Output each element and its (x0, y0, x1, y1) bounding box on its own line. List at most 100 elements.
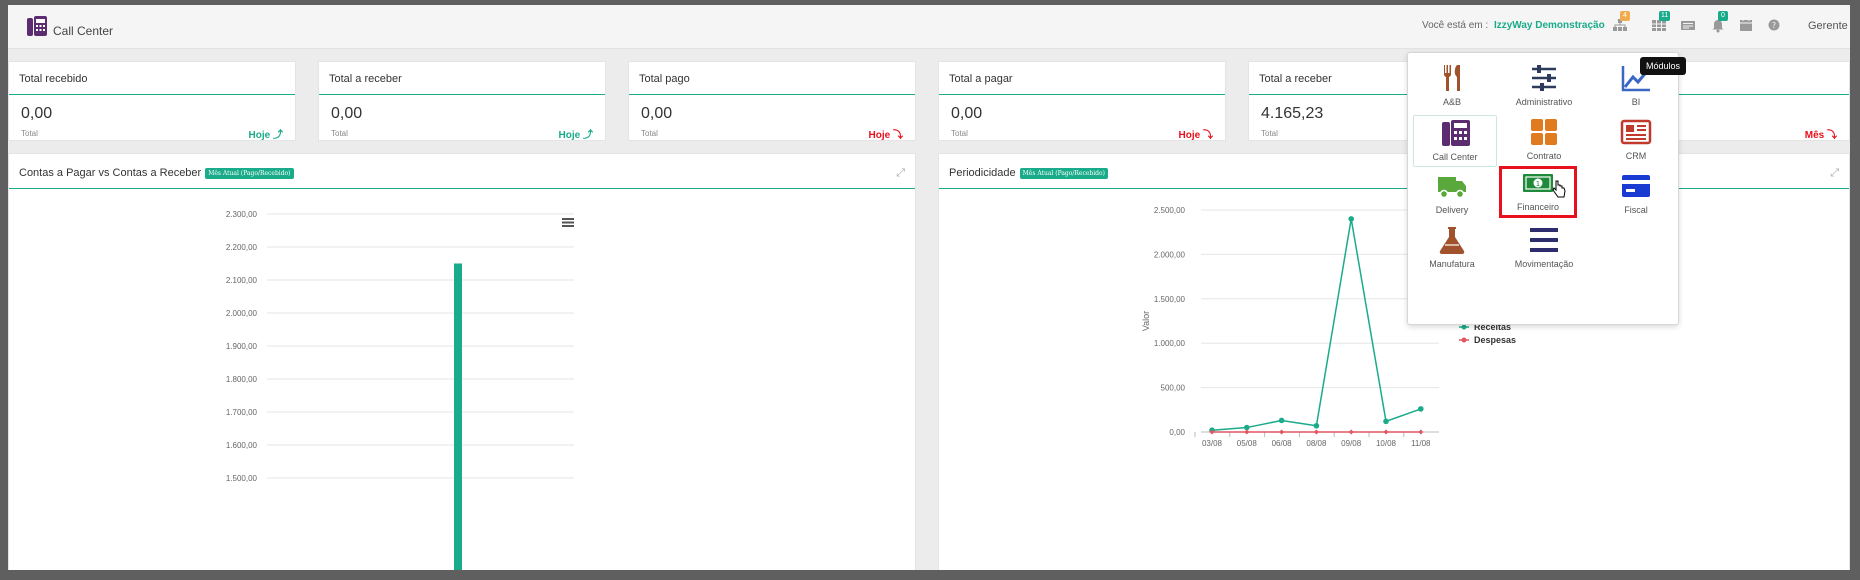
x-tick-label: 11/08 (1411, 439, 1431, 448)
data-point (1418, 429, 1424, 435)
bar (454, 263, 462, 570)
app-title: Call Center (53, 24, 114, 38)
fork-knife-icon (1443, 65, 1460, 91)
svg-text:?: ? (1772, 21, 1776, 30)
breadcrumb: Você está em : IzzyWay Demonstração (1422, 20, 1605, 31)
card-title: Total recebido (19, 73, 88, 85)
company-link[interactable]: IzzyWay Demonstração (1494, 20, 1605, 31)
y-tick-label: 2.200,00 (226, 243, 258, 252)
card-subtitle: Total (21, 129, 38, 138)
truck-icon (1438, 177, 1466, 199)
module-crm[interactable]: CRM (1594, 115, 1678, 167)
modules-icon[interactable]: 11 (1651, 11, 1671, 33)
legend-marker (1461, 337, 1467, 343)
svg-text:1: 1 (1536, 180, 1540, 188)
help-icon[interactable]: ? (1766, 17, 1782, 33)
divider (9, 94, 295, 95)
y-tick-label: 2.100,00 (226, 276, 258, 285)
badge-count: 11 (1659, 11, 1671, 21)
period-link[interactable]: Hoje ⤴ (249, 126, 283, 141)
y-tick-label: 1.900,00 (226, 342, 258, 351)
data-point (1313, 422, 1320, 429)
module-administrativo[interactable]: Administrativo (1502, 61, 1586, 113)
panel-title-text: Periodicidade (949, 167, 1016, 179)
y-tick-label: 1.800,00 (226, 375, 258, 384)
y-tick-label: 2.500,00 (1154, 206, 1186, 215)
data-point (1278, 417, 1285, 424)
chart-panel-periodicity: Periodicidade Mês Atual (Pago/Recebido) ⤢… (938, 153, 1850, 570)
y-tick-label: 1.500,00 (1154, 295, 1186, 304)
module-fiscal[interactable]: Fiscal (1594, 169, 1678, 221)
data-point (1418, 406, 1424, 412)
credit-card-icon (1622, 175, 1650, 197)
module-manufatura[interactable]: Manufatura (1410, 223, 1494, 275)
card-title: Total a pagar (949, 73, 1013, 85)
y-tick-label: 2.000,00 (226, 309, 258, 318)
card-subtitle: Total (1261, 129, 1278, 138)
card-value: 0,00 (641, 105, 673, 122)
phone-icon (27, 16, 47, 36)
phone-icon (1442, 120, 1470, 146)
module-label: Administrativo (1515, 97, 1573, 107)
module-contrato[interactable]: Contrato (1502, 115, 1586, 167)
module-ab[interactable]: A&B (1410, 61, 1494, 113)
card-title: Total pago (639, 73, 690, 85)
y-tick-label: 1.500,00 (226, 474, 258, 483)
calendar-icon[interactable] (1738, 17, 1754, 33)
module-call-center[interactable]: Call Center (1413, 115, 1497, 167)
divider (629, 94, 915, 95)
module-movimentacao[interactable]: Movimentação (1502, 223, 1586, 275)
module-delivery[interactable]: Delivery (1410, 169, 1494, 221)
badge-count: 4 (1620, 11, 1630, 21)
app-window: Call Center Você está em : IzzyWay Demon… (8, 5, 1850, 570)
period-link[interactable]: Mês ⤵ (1805, 126, 1837, 141)
module-label: Contrato (1526, 151, 1562, 161)
line-chart: 2.500,00 2.000,00 1.500,00 1.000,00 500,00 0,… (1141, 206, 1516, 448)
top-bar: Call Center Você está em : IzzyWay Demon… (8, 5, 1850, 49)
user-menu[interactable]: Gerente (1808, 20, 1848, 32)
hand-cursor-icon (1552, 180, 1566, 198)
expand-icon[interactable]: ⤢ (896, 167, 905, 180)
expand-icon[interactable]: ⤢ (1830, 167, 1839, 180)
card-value: 4.165,23 (1261, 105, 1324, 122)
modules-tooltip: Módulos (1640, 57, 1687, 75)
period-pill: Mês Atual (Pago/Recebido) (205, 167, 294, 179)
newspaper-icon (1620, 119, 1652, 145)
period-pill: Mês Atual (Pago/Recebido) (1019, 167, 1108, 179)
legend-marker (1461, 324, 1467, 330)
period-link[interactable]: Hoje ⤵ (869, 126, 903, 141)
money-icon: 1 (1523, 174, 1553, 192)
x-tick-label: 05/08 (1237, 439, 1258, 448)
data-point (1279, 429, 1285, 435)
news-icon[interactable] (1680, 17, 1696, 33)
module-label: Manufatura (1429, 259, 1475, 269)
divider (319, 94, 605, 95)
period-link[interactable]: Hoje ⤵ (1179, 126, 1213, 141)
grid-icon (1531, 119, 1557, 145)
chart-menu-icon[interactable] (562, 218, 574, 227)
y-tick-label: 2.000,00 (1154, 250, 1186, 259)
card-title: Total a receber (1259, 73, 1332, 85)
card-value: 0,00 (951, 105, 983, 122)
bell-icon[interactable]: 0 (1710, 11, 1728, 33)
data-point (1244, 429, 1250, 435)
period-link[interactable]: Hoje ⤴ (559, 126, 593, 141)
x-tick-label: 06/08 (1272, 439, 1293, 448)
data-point (1348, 216, 1354, 222)
stat-card: Total a receber 0,00 Total Hoje ⤴ (318, 61, 606, 141)
y-tick-label: 500,00 (1161, 384, 1186, 393)
card-value: 0,00 (21, 105, 53, 122)
x-tick-label: 09/08 (1341, 439, 1362, 448)
list-icon (1530, 228, 1558, 252)
sitemap-icon[interactable]: 4 (1612, 11, 1630, 33)
bar-chart: 2.300,00 2.200,00 2.100,00 2.000,00 1.900,00… (226, 210, 574, 570)
card-title: Total a receber (329, 73, 402, 85)
chart-panel-payables-receivables: Contas a Pagar vs Contas a Receber Mês At… (8, 153, 916, 570)
module-label: Call Center (1432, 152, 1478, 162)
data-point (1383, 429, 1389, 435)
y-tick-label: 1.000,00 (1154, 339, 1186, 348)
y-tick-label: 1.700,00 (226, 408, 258, 417)
data-point (1348, 429, 1354, 435)
divider (939, 94, 1225, 95)
module-financeiro[interactable]: 1 Financeiro (1499, 166, 1577, 218)
